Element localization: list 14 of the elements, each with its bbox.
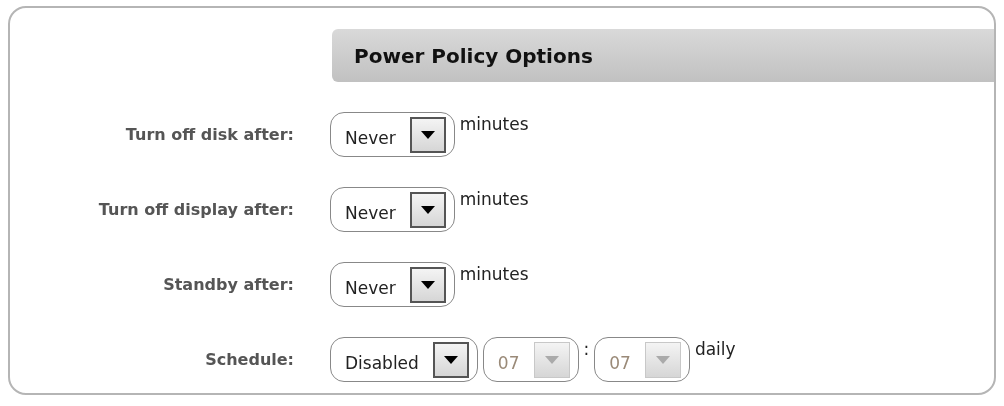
dropdown[interactable]: Never [330,187,455,232]
unit-text: daily [694,338,736,361]
section-title: Power Policy Options [354,42,593,70]
unit-text: minutes [459,263,529,286]
dropdown[interactable]: Never [330,112,455,157]
unit-text: : [583,338,590,361]
unit-text: minutes [459,188,529,211]
dropdown[interactable]: Disabled [330,337,478,382]
field-label: Turn off disk after: [124,123,294,146]
field-label: Turn off display after: [97,198,294,221]
unit-text: minutes [459,113,529,136]
field-label: Standby after: [162,273,294,296]
field-label: Schedule: [204,348,294,371]
dropdown[interactable]: Never [330,262,455,307]
